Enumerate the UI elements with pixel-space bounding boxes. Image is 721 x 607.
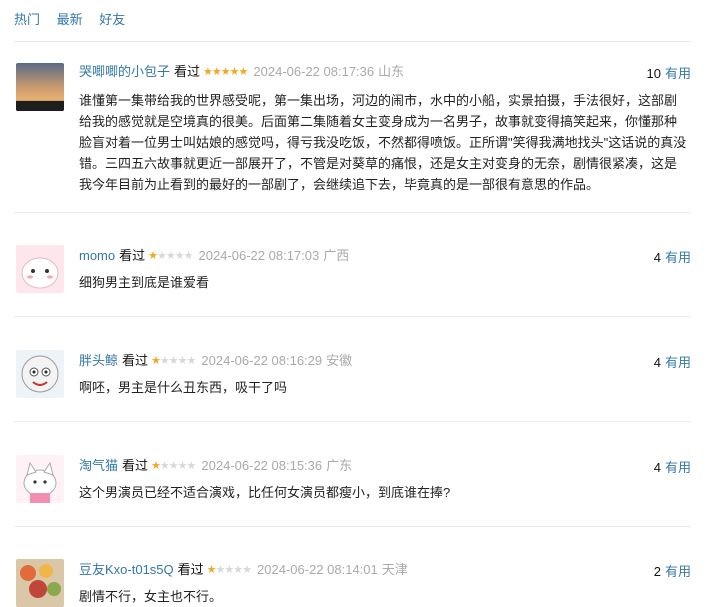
star-filled-icon: ★ [229,66,240,78]
location: 天津 [381,562,408,577]
username[interactable]: 豆友Kxo-t01s5Q [79,562,174,577]
comment-text: 谁懂第一集带给我的世界感受呢，第一集出场，河边的闹市，水中的小船，实景拍摄，手法… [79,93,687,192]
comment-item: momo 看过 ★★★★★ 2024-06-22 08:17:03 广西 4 有用 细狗男… [14,245,691,317]
avatar[interactable] [16,63,64,111]
star-filled-icon: ★ [211,66,222,78]
useful-count: 10 [646,66,661,81]
comment-meta: 胖头鲸 看过 ★★★★★ 2024-06-22 08:16:29 安徽 [79,352,352,370]
star-filled-icon: ★ [151,355,161,367]
tab-hot[interactable]: 热门 [14,12,40,27]
useful-label: 有用 [664,355,691,370]
star-empty-icon: ★ [159,460,170,472]
username[interactable]: 胖头鲸 [79,353,118,368]
rating-stars: ★★★★★ [206,561,252,579]
comment-item: 豆友Kxo-t01s5Q 看过 ★★★★★ 2024-06-22 08:14:01 天津… [14,559,691,607]
star-empty-icon: ★ [165,250,176,262]
star-filled-icon: ★ [206,564,217,576]
useful-count: 4 [653,250,661,265]
star-filled-icon: ★ [151,460,161,472]
avatar[interactable] [16,455,64,503]
comment-text: 剧情不行，女主也不行。 [79,589,223,604]
star-filled-icon: ★ [238,66,249,78]
comment-divider [14,212,691,213]
useful-label: 有用 [664,250,691,265]
avatar[interactable] [16,559,64,607]
star-empty-icon: ★ [233,564,243,576]
useful-button[interactable]: 4 有用 [654,352,691,371]
star-filled-icon: ★ [220,66,231,78]
username[interactable]: 哭唧唧的小包子 [79,64,170,79]
tabs-divider [14,41,691,42]
useful-button[interactable]: 2 有用 [654,561,691,580]
useful-count: 4 [653,355,661,370]
comment-item: 哭唧唧的小包子 看过 ★★★★★ 2024-06-22 08:17:36 山东 10 有用… [14,63,691,213]
status-watched: 看过 [119,248,146,263]
useful-label: 有用 [664,564,691,579]
timestamp: 2024-06-22 08:17:03 [198,248,320,263]
comment-text: 这个男演员已经不适合演戏，比任何女演员都瘦小，到底谁在捧? [79,485,451,500]
timestamp: 2024-06-22 08:14:01 [257,562,378,577]
timestamp: 2024-06-22 08:17:36 [253,64,375,79]
star-empty-icon: ★ [157,250,167,262]
comment-divider [14,421,691,422]
star-empty-icon: ★ [168,460,179,472]
useful-count: 2 [653,564,661,579]
location: 安徽 [326,353,353,368]
star-empty-icon: ★ [242,564,252,576]
tab-friends[interactable]: 好友 [99,12,125,27]
avatar[interactable] [16,245,64,293]
status-watched: 看过 [122,353,149,368]
status-watched: 看过 [174,64,201,79]
star-empty-icon: ★ [168,355,179,367]
comment-text: 啊呸，男主是什么丑东西，吸干了吗 [79,380,288,395]
useful-button[interactable]: 4 有用 [654,457,691,476]
star-empty-icon: ★ [186,460,197,472]
useful-label: 有用 [664,460,691,475]
useful-button[interactable]: 10 有用 [647,63,691,82]
status-watched: 看过 [122,458,149,473]
comment-divider [14,316,691,317]
comment-meta: 淘气猫 看过 ★★★★★ 2024-06-22 08:15:36 广东 [79,457,352,475]
comment-meta: 哭唧唧的小包子 看过 ★★★★★ 2024-06-22 08:17:36 山东 [79,63,404,81]
comment-item: 淘气猫 看过 ★★★★★ 2024-06-22 08:15:36 广东 4 有用 这个男演… [14,455,691,527]
star-empty-icon: ★ [159,355,170,367]
comment-tabs: 热门 最新 好友 [14,9,138,28]
comment-meta: momo 看过 ★★★★★ 2024-06-22 08:17:03 广西 [79,247,349,265]
tab-latest[interactable]: 最新 [57,12,83,27]
star-filled-icon: ★ [148,250,158,262]
useful-button[interactable]: 4 有用 [654,247,691,266]
avatar[interactable] [16,350,64,398]
username[interactable]: momo [79,248,115,263]
location: 广东 [326,458,353,473]
rating-stars: ★★★★★ [148,247,194,265]
star-empty-icon: ★ [224,564,234,576]
comment-text: 细狗男主到底是谁爱看 [79,275,210,290]
location: 山东 [378,64,405,79]
rating-stars: ★★★★★ [151,457,197,475]
comment-divider [14,526,691,527]
star-empty-icon: ★ [186,355,197,367]
timestamp: 2024-06-22 08:15:36 [201,458,323,473]
status-watched: 看过 [177,562,204,577]
star-filled-icon: ★ [203,66,213,78]
username[interactable]: 淘气猫 [79,458,118,473]
rating-stars: ★★★★★ [151,352,197,370]
useful-count: 4 [653,460,661,475]
star-empty-icon: ★ [177,460,188,472]
star-empty-icon: ★ [174,250,185,262]
location: 广西 [323,248,350,263]
comment-meta: 豆友Kxo-t01s5Q 看过 ★★★★★ 2024-06-22 08:14:01 天津 [79,561,408,579]
star-empty-icon: ★ [177,355,188,367]
comment-item: 胖头鲸 看过 ★★★★★ 2024-06-22 08:16:29 安徽 4 有用 啊呸，男… [14,350,691,422]
rating-stars: ★★★★★ [203,63,249,81]
useful-label: 有用 [664,66,691,81]
star-empty-icon: ★ [183,250,194,262]
timestamp: 2024-06-22 08:16:29 [201,353,323,368]
